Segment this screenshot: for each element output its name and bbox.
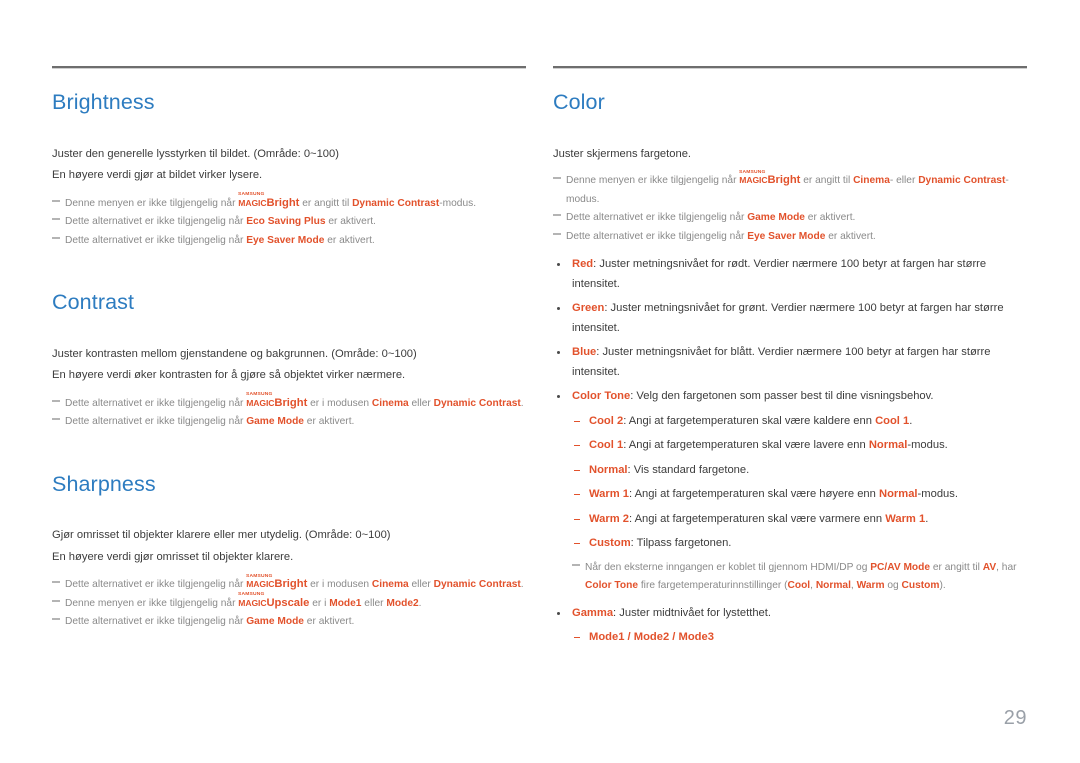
left-column: Brightness Juster den generelle lysstyrk… bbox=[52, 66, 526, 632]
paragraph: Juster den generelle lysstyrken til bild… bbox=[52, 147, 339, 160]
paragraph: En høyere verdi gjør omrisset til objekt… bbox=[52, 550, 294, 563]
samsung-magic-logo: SAMSUNG MAGICUpscale bbox=[238, 592, 310, 609]
list-item: Green: Juster metningsnivået for grønt. … bbox=[553, 299, 1027, 338]
samsung-wordmark: SAMSUNG bbox=[246, 391, 273, 397]
note-item: Dette alternativet er ikke tilgjengelig … bbox=[52, 573, 526, 595]
bullet-dot-icon bbox=[557, 263, 561, 267]
magic-wordmark: MAGIC bbox=[238, 597, 267, 608]
magic-wordmark: MAGIC bbox=[246, 397, 275, 408]
note-dash-icon bbox=[553, 232, 561, 235]
section-title-brightness: Brightness bbox=[52, 90, 155, 114]
samsung-wordmark: SAMSUNG bbox=[238, 591, 265, 597]
sub-dash-icon bbox=[574, 543, 580, 545]
sub-list-item-gamma-modes: Mode1 / Mode2 / Mode3 bbox=[553, 628, 1027, 648]
note-item: Denne menyen er ikke tilgjengelig når SA… bbox=[52, 191, 526, 214]
magic-suffix: Bright bbox=[767, 174, 801, 187]
note-item: Dette alternativet er ikke tilgjengelig … bbox=[52, 392, 526, 414]
samsung-wordmark: SAMSUNG bbox=[238, 191, 265, 197]
note-item: Dette alternativet er ikke tilgjengelig … bbox=[52, 213, 526, 232]
section-divider-brightness bbox=[52, 66, 526, 69]
sub-list-item: Cool 2: Angi at fargetemperaturen skal v… bbox=[553, 412, 1027, 432]
note-item: Dette alternativet er ikke tilgjengelig … bbox=[553, 209, 1027, 228]
sub-list-item: Normal: Vis standard fargetone. bbox=[553, 461, 1027, 481]
note-dash-icon bbox=[553, 177, 561, 180]
sub-dash-icon bbox=[574, 469, 580, 471]
samsung-magic-logo: SAMSUNG MAGICBright bbox=[238, 191, 300, 209]
paragraph: Juster kontrasten mellom gjenstandene og… bbox=[52, 347, 417, 360]
paragraph: Juster skjermens fargetone. bbox=[553, 147, 692, 160]
magic-suffix: Upscale bbox=[266, 596, 310, 609]
note-dash-icon bbox=[52, 236, 60, 239]
note-dash-icon bbox=[553, 214, 561, 217]
paragraph: En høyere verdi gjør at bildet virker ly… bbox=[52, 169, 263, 182]
bullet-dot-icon bbox=[557, 395, 561, 399]
paragraph: Gjør omrisset til objekter klarere eller… bbox=[52, 529, 391, 542]
note-dash-icon bbox=[52, 418, 60, 421]
sub-dash-icon bbox=[574, 445, 580, 447]
paragraph: En høyere verdi øker kontrasten for å gj… bbox=[52, 369, 406, 382]
magic-suffix: Bright bbox=[266, 196, 300, 209]
note-item: Dette alternativet er ikke tilgjengelig … bbox=[52, 613, 526, 632]
bullet-dot-icon bbox=[557, 307, 561, 311]
magic-suffix: Bright bbox=[274, 578, 308, 591]
list-item: Color Tone: Velg den fargetonen som pass… bbox=[553, 387, 1027, 407]
note-item: Denne menyen er ikke tilgjengelig når SA… bbox=[52, 592, 526, 614]
samsung-wordmark: SAMSUNG bbox=[739, 168, 766, 174]
magic-wordmark: MAGIC bbox=[739, 175, 768, 186]
sub-list-item: Warm 2: Angi at fargetemperaturen skal v… bbox=[553, 510, 1027, 530]
note-item-external-input: Når den eksterne inngangen er koblet til… bbox=[553, 559, 1027, 596]
note-dash-icon bbox=[52, 218, 60, 221]
list-item-gamma: Gamma: Juster midtnivået for lystetthet. bbox=[553, 604, 1027, 624]
samsung-magic-logo: SAMSUNG MAGICBright bbox=[739, 169, 801, 187]
note-item: Dette alternativet er ikke tilgjengelig … bbox=[52, 413, 526, 432]
list-item: Blue: Juster metningsnivået for blått. V… bbox=[553, 343, 1027, 382]
note-item: Dette alternativet er ikke tilgjengelig … bbox=[52, 232, 526, 251]
sub-list-item: Warm 1: Angi at fargetemperaturen skal v… bbox=[553, 485, 1027, 505]
section-divider-color bbox=[553, 66, 1027, 69]
section-title-sharpness: Sharpness bbox=[52, 471, 156, 496]
sub-dash-icon bbox=[574, 518, 580, 520]
note-dash-icon bbox=[572, 563, 580, 566]
section-title-contrast: Contrast bbox=[52, 290, 135, 315]
magic-wordmark: MAGIC bbox=[238, 197, 267, 208]
samsung-magic-logo: SAMSUNG MAGICBright bbox=[246, 392, 308, 409]
note-item: Dette alternativet er ikke tilgjengelig … bbox=[553, 228, 1027, 247]
sub-list-item: Cool 1: Angi at fargetemperaturen skal v… bbox=[553, 436, 1027, 456]
note-dash-icon bbox=[52, 599, 60, 602]
note-dash-icon bbox=[52, 399, 60, 402]
page-number: 29 bbox=[1003, 707, 1027, 729]
samsung-magic-logo: SAMSUNG MAGICBright bbox=[246, 573, 308, 591]
samsung-wordmark: SAMSUNG bbox=[246, 572, 273, 578]
magic-wordmark: MAGIC bbox=[246, 579, 275, 590]
section-title-color: Color bbox=[553, 90, 605, 114]
bullet-dot-icon bbox=[557, 611, 561, 615]
note-dash-icon bbox=[52, 581, 60, 584]
note-dash-icon bbox=[52, 618, 60, 621]
manual-page: Brightness Juster den generelle lysstyrk… bbox=[0, 0, 1080, 763]
sub-dash-icon bbox=[574, 494, 580, 496]
bullet-dot-icon bbox=[557, 351, 561, 355]
sub-dash-icon bbox=[574, 637, 580, 639]
note-dash-icon bbox=[52, 199, 60, 202]
magic-suffix: Bright bbox=[274, 396, 308, 409]
list-item: Red: Juster metningsnivået for rødt. Ver… bbox=[553, 255, 1027, 294]
sub-list-item: Custom: Tilpass fargetonen. bbox=[553, 534, 1027, 554]
right-column: Color Juster skjermens fargetone. Denne … bbox=[553, 66, 1027, 653]
sub-dash-icon bbox=[574, 420, 580, 422]
note-item: Denne menyen er ikke tilgjengelig når SA… bbox=[553, 169, 1027, 209]
